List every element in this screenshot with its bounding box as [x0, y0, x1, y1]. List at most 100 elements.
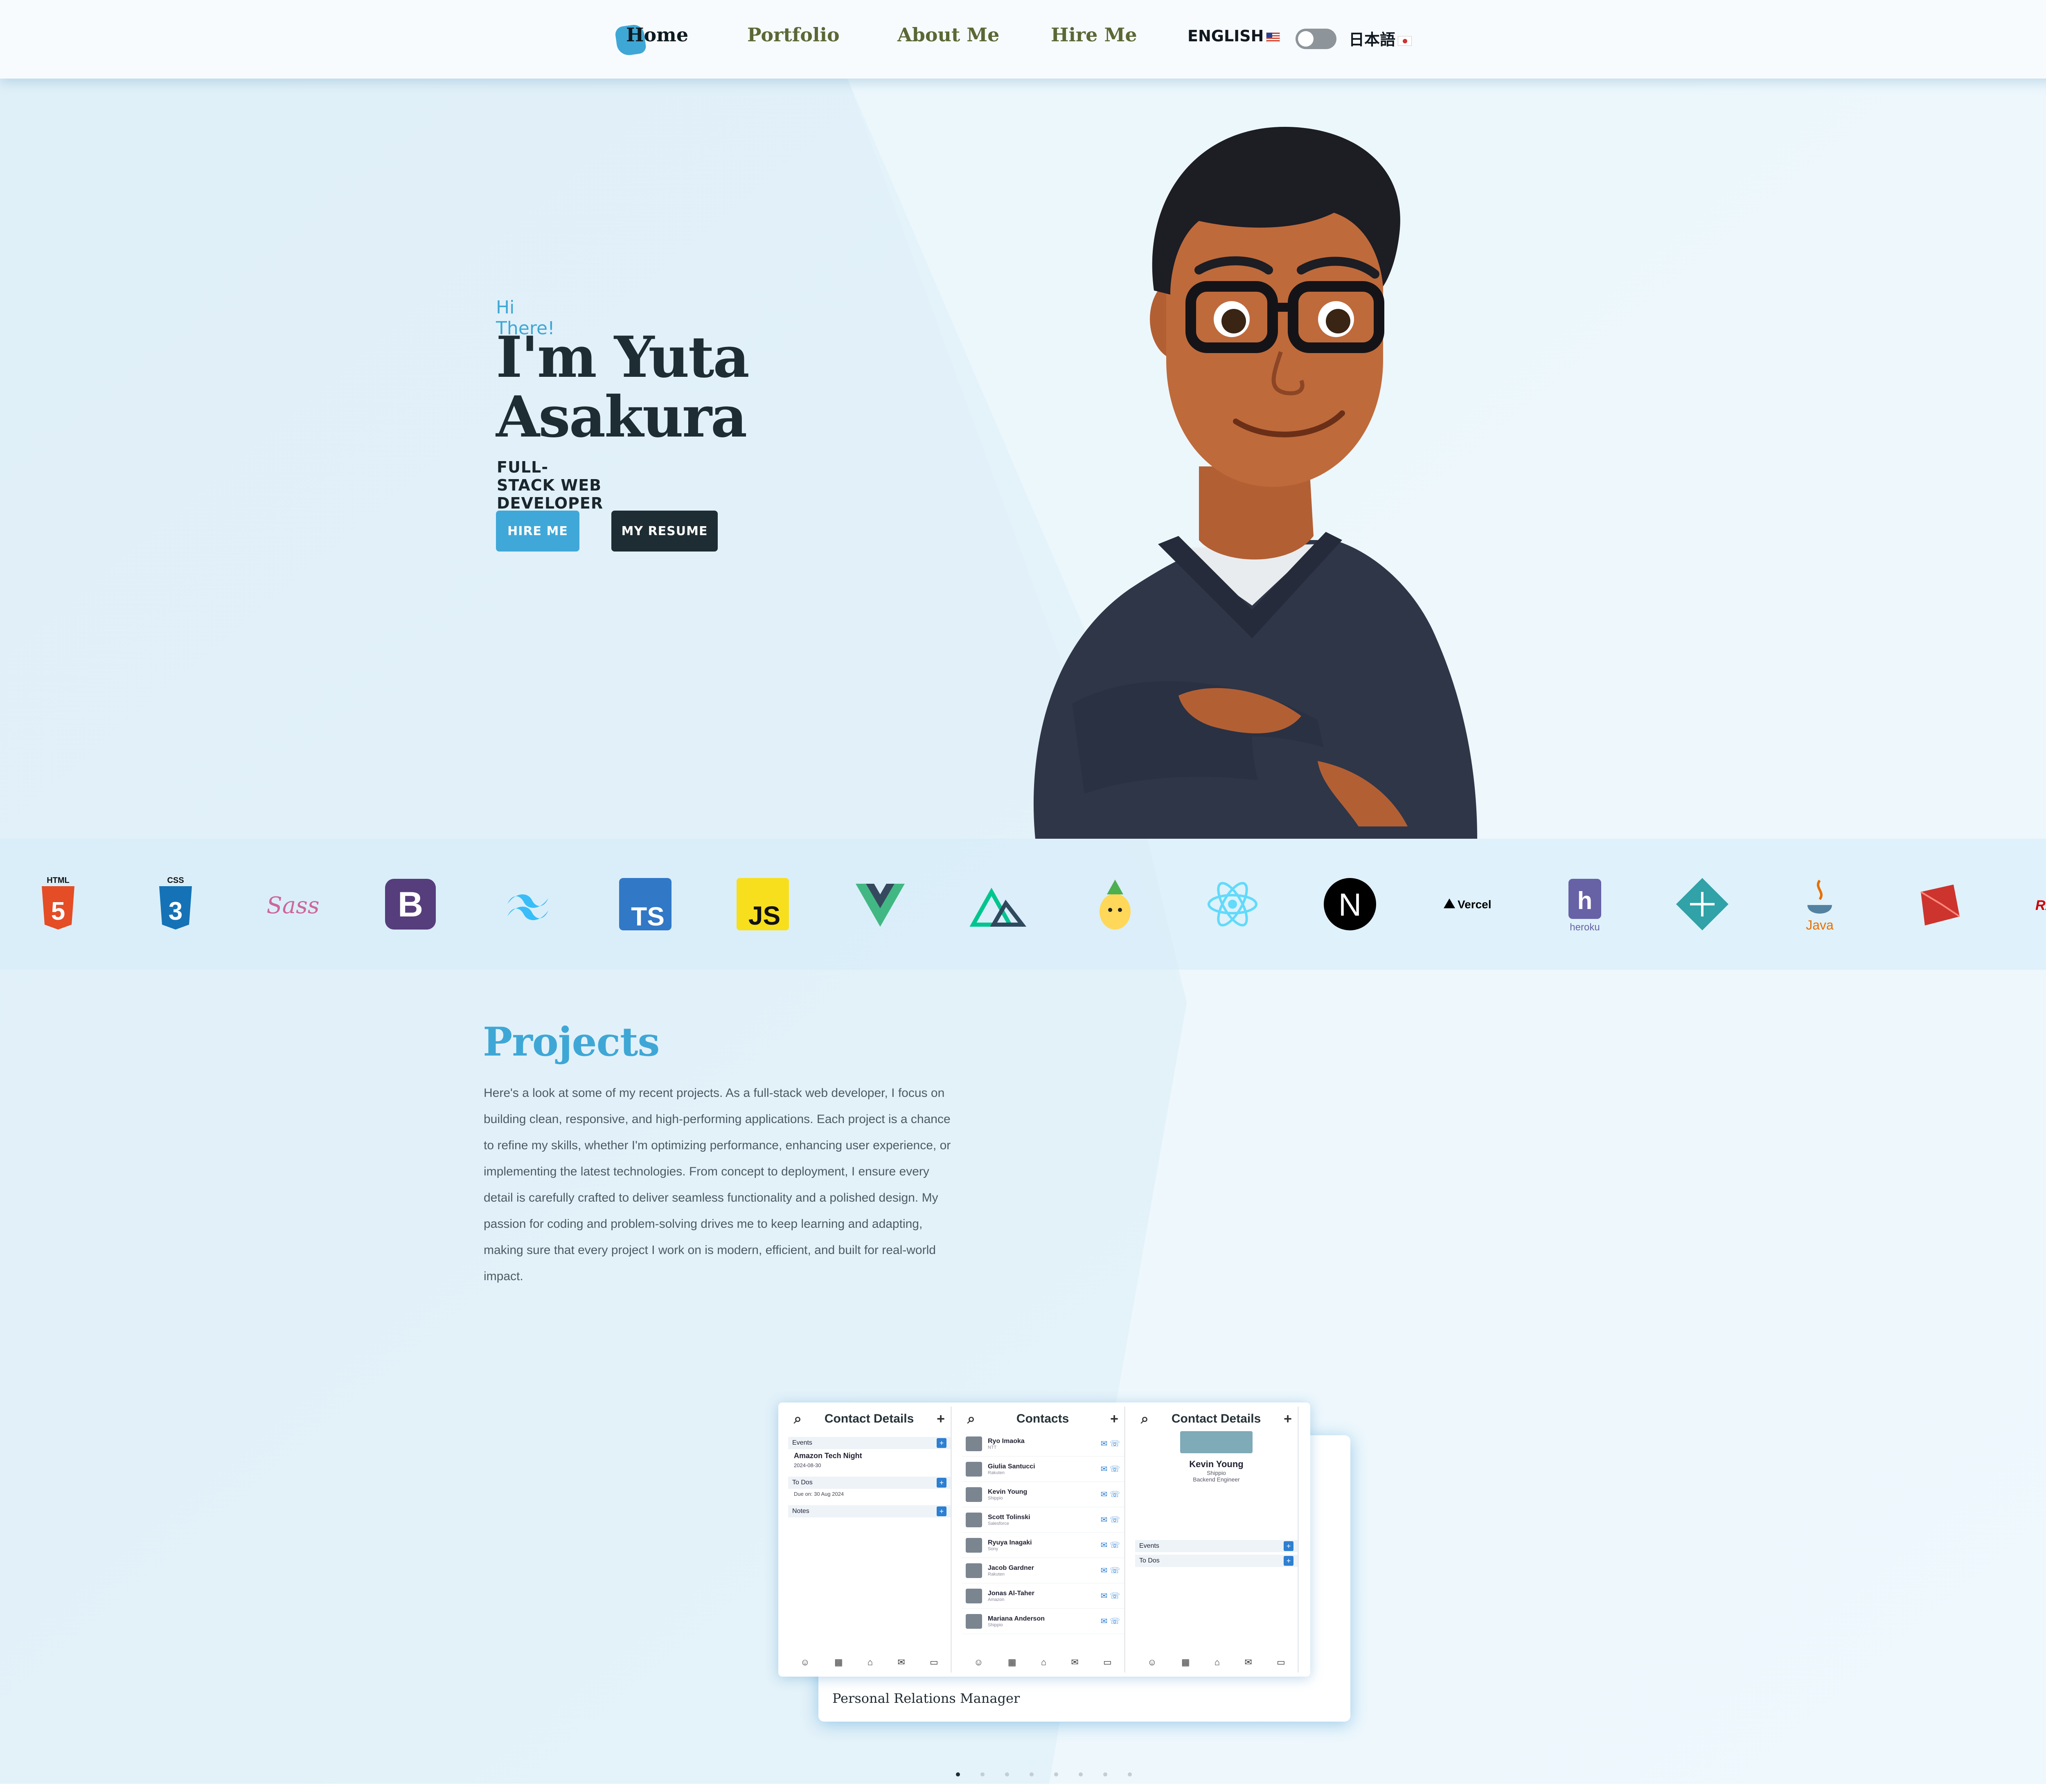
bootstrap-icon: B — [382, 876, 439, 933]
search-icon: ⌕ — [1141, 1411, 1149, 1427]
contact-actions: ✉ ☏ — [1100, 1541, 1120, 1550]
contact-name: Scott Tolinski — [988, 1513, 1030, 1521]
plus-icon: + — [937, 1411, 945, 1427]
home-icon: ⌂ — [1214, 1657, 1220, 1667]
todos-section: To Dos + — [1135, 1555, 1298, 1567]
contact-row: Ryo Imaoka NTT ✉ ☏ — [962, 1431, 1124, 1457]
language-toggle[interactable] — [1296, 29, 1336, 49]
contact-text: Jacob Gardner Rakuten — [988, 1565, 1034, 1577]
contact-name: Mariana Anderson — [988, 1615, 1045, 1622]
contact-company: NTT — [988, 1445, 997, 1450]
pagination-dot[interactable] — [1128, 1772, 1132, 1776]
javascript-icon: JS — [734, 876, 791, 933]
phone-title: Contacts — [1016, 1412, 1069, 1425]
avatar-illustration — [1033, 127, 1477, 839]
contact-list: Ryo Imaoka NTT ✉ ☏ Giulia Santucci Rakut… — [962, 1431, 1124, 1634]
ruby-icon-graphic — [1920, 885, 1960, 925]
contact-row: Jacob Gardner Rakuten ✉ ☏ — [962, 1558, 1124, 1583]
ruby-icon — [1909, 876, 1966, 933]
language-japanese[interactable]: 日本語 — [1349, 27, 1412, 50]
events-section: Events + — [788, 1437, 951, 1449]
contact-avatar — [966, 1588, 982, 1603]
javascript-icon-graphic: JS — [737, 878, 789, 930]
project-card-screenshot[interactable]: ⌕ Contact Details + Events + Amazon Tech … — [778, 1403, 1310, 1677]
contact-row: Ryuya Inagaki Sony ✉ ☏ — [962, 1533, 1124, 1558]
phone-header: ⌕ Contact Details + — [1135, 1407, 1298, 1431]
projects-title: Projects — [483, 1019, 660, 1065]
html5-icon-graphic: HTML 5 — [42, 876, 74, 930]
building-icon: ▦ — [1181, 1657, 1190, 1667]
css3-icon: CSS 3 — [147, 876, 204, 933]
svg-text:B: B — [398, 885, 423, 924]
phone-header: ⌕ Contact Details + — [788, 1407, 951, 1431]
react-icon-graphic — [1208, 882, 1257, 927]
contact-avatar — [966, 1487, 982, 1502]
svg-text:RAILS: RAILS — [2035, 898, 2046, 913]
svg-text:Vercel: Vercel — [1458, 898, 1492, 911]
vue-icon — [852, 876, 909, 933]
vue-icon-graphic — [856, 884, 905, 927]
rails-icon: RAILS — [2026, 876, 2046, 933]
contact-text: Kevin Young Shippio — [988, 1488, 1027, 1501]
nav-about-me[interactable]: About Me — [897, 24, 999, 46]
contact-company: Salesforce — [988, 1521, 1009, 1526]
hero-role: FULL-STACK WEB DEVELOPER — [497, 458, 604, 512]
phone-header: ⌕ Contacts + — [962, 1407, 1124, 1431]
contact-text: Scott Tolinski Salesforce — [988, 1514, 1030, 1526]
japan-flag-icon — [1398, 36, 1412, 46]
my-resume-button[interactable]: MY RESUME — [611, 511, 718, 552]
heroku-icon-graphic: h heroku — [1568, 879, 1601, 933]
contact-text: Ryo Imaoka NTT — [988, 1438, 1025, 1450]
person-icon: ☺ — [1147, 1657, 1157, 1667]
svg-text:Java: Java — [1806, 918, 1834, 932]
notes-label: Notes — [792, 1508, 809, 1515]
add-note-icon: + — [937, 1506, 946, 1516]
pagination-dot[interactable] — [1079, 1772, 1083, 1776]
contact-text: Mariana Anderson Shippio — [988, 1615, 1045, 1628]
contact-row: Giulia Santucci Rakuten ✉ ☏ — [962, 1457, 1124, 1482]
pagination-dot[interactable] — [1103, 1772, 1107, 1776]
heroku-icon: h heroku — [1556, 876, 1613, 933]
pagination-dot[interactable] — [1005, 1772, 1009, 1776]
pagination-dot[interactable] — [1030, 1772, 1034, 1776]
hero-name: I'm Yuta Asakura — [496, 324, 750, 450]
add-todo-icon: + — [937, 1478, 946, 1488]
nav-portfolio[interactable]: Portfolio — [747, 24, 840, 46]
projects-description: Here's a look at some of my recent proje… — [484, 1086, 951, 1283]
contact-actions: ✉ ☏ — [1100, 1617, 1120, 1626]
nav-hire-me[interactable]: Hire Me — [1051, 24, 1137, 46]
contact-actions: ✉ ☏ — [1100, 1490, 1120, 1499]
netlify-icon — [1674, 876, 1731, 933]
contact-text: Jonas Al-Taher Amazon — [988, 1590, 1034, 1602]
typescript-icon-graphic: TS — [619, 878, 671, 931]
phone-title: Contact Details — [1171, 1412, 1261, 1425]
events-section: Events + — [1135, 1540, 1298, 1552]
notes-section: Notes + — [788, 1505, 951, 1517]
contact-avatar — [966, 1461, 982, 1477]
pagination-dot[interactable] — [1054, 1772, 1058, 1776]
events-label: Events — [792, 1439, 812, 1446]
vercel-icon: Vercel — [1439, 876, 1496, 933]
events-label: Events — [1139, 1542, 1159, 1549]
language-english[interactable]: ENGLISH — [1187, 27, 1280, 45]
contact-row: Scott Tolinski Salesforce ✉ ☏ — [962, 1507, 1124, 1533]
contact-company: Shippio — [988, 1622, 1003, 1628]
building-icon: ▦ — [834, 1657, 843, 1667]
mail-icon: ✉ — [897, 1657, 905, 1667]
mail-icon: ✉ — [1244, 1657, 1252, 1667]
contact-company: Shippio — [988, 1495, 1003, 1501]
html5-icon: HTML 5 — [29, 876, 87, 933]
contact-actions: ✉ ☏ — [1100, 1465, 1120, 1474]
add-event-icon: + — [937, 1438, 946, 1448]
nav-home[interactable]: Home — [626, 24, 688, 46]
search-icon: ⌕ — [794, 1411, 802, 1427]
phone-title: Contact Details — [824, 1412, 914, 1425]
pagination-dot[interactable] — [980, 1772, 985, 1776]
pagination-dot[interactable] — [956, 1772, 960, 1776]
svg-text:heroku: heroku — [1570, 922, 1600, 933]
svg-text:h: h — [1577, 887, 1593, 914]
hire-me-button[interactable]: HIRE ME — [496, 511, 579, 552]
profile-company: Shippio — [1207, 1470, 1226, 1476]
contact-name: Jonas Al-Taher — [988, 1589, 1034, 1597]
person-icon: ☺ — [800, 1657, 810, 1667]
